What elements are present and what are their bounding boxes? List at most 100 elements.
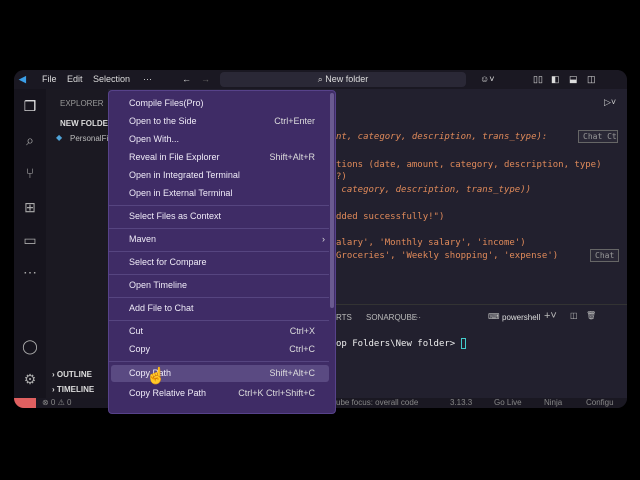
config-status[interactable]: Configu	[586, 398, 614, 407]
outline-section[interactable]: › OUTLINE	[52, 370, 92, 379]
menu-label: Open in Integrated Terminal	[129, 170, 240, 180]
run-icon[interactable]: ▷˅	[604, 97, 616, 108]
menu-edit[interactable]: Edit	[67, 74, 83, 84]
menu-selection[interactable]: Selection	[93, 74, 130, 84]
menu-item-copy-path[interactable]: Copy Path Shift+Alt+C	[111, 365, 329, 382]
menu-item-compile[interactable]: Compile Files(Pro)	[111, 95, 329, 112]
menu-item-open-timeline[interactable]: Open Timeline	[111, 277, 329, 294]
python-version[interactable]: 3.13.3	[450, 398, 472, 407]
menu-item-external-terminal[interactable]: Open in External Terminal	[111, 185, 329, 202]
menu-item-reveal[interactable]: Reveal in File Explorer Shift+Alt+R	[111, 149, 329, 166]
tab-sonarqube[interactable]: SONARQUBE	[366, 313, 417, 322]
back-icon[interactable]: ←	[182, 74, 191, 84]
menu-item-copy[interactable]: Copy Ctrl+C	[111, 341, 329, 358]
layout-icon[interactable]: ▯▯	[533, 74, 543, 85]
sonarqube-focus[interactable]: ube focus: overall code	[336, 398, 418, 407]
menu-separator	[109, 205, 329, 206]
remote-indicator[interactable]	[14, 398, 36, 408]
menu-label: Select for Compare	[129, 257, 207, 267]
vscode-logo-icon: ◀	[19, 74, 26, 84]
menu-scrollbar[interactable]	[330, 93, 334, 308]
terminal-shell-label[interactable]: powershell	[502, 313, 540, 322]
search-label: New folder	[325, 74, 369, 84]
menu-separator	[109, 274, 329, 275]
menu-item-select-compare[interactable]: Select for Compare	[111, 254, 329, 271]
menu-label: Open in External Terminal	[129, 188, 233, 198]
toggle-secondary-icon[interactable]: ◫	[587, 74, 596, 85]
copilot-icon[interactable]: ☺˅	[480, 74, 494, 84]
chat-hint[interactable]: Chat Ctrl+I	[578, 130, 618, 143]
menu-item-copy-relative-path[interactable]: Copy Relative Path Ctrl+K Ctrl+Shift+C	[111, 385, 329, 402]
menu-separator	[109, 228, 329, 229]
menu-shortcut: Ctrl+Enter	[274, 116, 315, 126]
account-icon[interactable]: ◯	[21, 337, 39, 355]
menu-separator	[109, 361, 329, 362]
menu-label: Open to the Side	[129, 116, 197, 126]
menu-item-integrated-terminal[interactable]: Open in Integrated Terminal	[111, 167, 329, 184]
split-terminal-icon[interactable]: ◫	[570, 311, 578, 320]
prompt-text: op Folders\New folder>	[336, 339, 461, 349]
new-terminal-icon[interactable]: +˅	[544, 310, 557, 322]
menu-item-cut[interactable]: Cut Ctrl+X	[111, 323, 329, 340]
mouse-cursor-hand-icon: ☝	[146, 368, 166, 385]
menu-label: Maven	[129, 234, 157, 244]
menu-more[interactable]: ···	[143, 74, 152, 84]
menu-label: Copy	[129, 344, 151, 354]
menu-label: Reveal in File Explorer	[129, 152, 220, 162]
tab-ports[interactable]: RTS	[336, 313, 352, 322]
extensions-icon[interactable]: ⊞	[21, 198, 39, 216]
menu-label: Add File to Chat	[129, 303, 194, 313]
kill-terminal-icon[interactable]: 🗑	[586, 311, 596, 320]
menu-item-open-side[interactable]: Open to the Side Ctrl+Enter	[111, 113, 329, 130]
toggle-panel-icon[interactable]: ⬓	[569, 74, 578, 85]
context-menu: Compile Files(Pro) Open to the Side Ctrl+…	[108, 90, 336, 414]
menu-shortcut: Ctrl+K Ctrl+Shift+C	[238, 388, 315, 398]
outline-label: OUTLINE	[56, 370, 92, 379]
menu-label: Compile Files(Pro)	[129, 98, 204, 108]
panel-more[interactable]: ···	[413, 313, 421, 322]
explorer-sidebar: EXPLORER NEW FOLDER ◆ PersonalFi › OUTLI…	[46, 89, 114, 398]
source-control-icon[interactable]: ⑂	[21, 164, 39, 182]
activity-bar: ❐ ⌕ ⑂ ⊞ ▭ ⋯ ◯ ⚙	[14, 89, 46, 398]
chevron-right-icon: ›	[322, 234, 325, 244]
remote-explorer-icon[interactable]: ▭	[21, 231, 39, 249]
code-line: tions (date, amount, category, descripti…	[336, 160, 602, 170]
menu-separator	[109, 251, 329, 252]
menu-item-maven[interactable]: Maven ›	[111, 231, 329, 248]
menu-file[interactable]: File	[42, 74, 57, 84]
python-file-icon: ◆	[56, 133, 63, 142]
more-icon[interactable]: ⋯	[21, 263, 39, 281]
terminal-cursor	[460, 338, 466, 349]
terminal-prompt[interactable]: op Folders\New folder>	[336, 338, 466, 349]
code-line: Groceries', 'Weekly shopping', 'expense'…	[336, 251, 559, 261]
menu-label: Copy Relative Path	[129, 388, 207, 398]
explorer-title: EXPLORER	[60, 99, 104, 108]
file-personalfi[interactable]: PersonalFi	[70, 134, 108, 143]
menu-item-add-to-chat[interactable]: Add File to Chat	[111, 300, 329, 317]
menu-label: Select Files as Context	[129, 211, 222, 221]
settings-gear-icon[interactable]: ⚙	[21, 370, 39, 388]
explorer-icon[interactable]: ❐	[21, 97, 39, 115]
folder-new-folder[interactable]: NEW FOLDER	[60, 119, 114, 128]
menu-shortcut: Shift+Alt+C	[269, 368, 315, 378]
menu-shortcut: Ctrl+X	[289, 326, 315, 336]
menu-shortcut: Ctrl+C	[289, 344, 315, 354]
menu-item-select-context[interactable]: Select Files as Context	[111, 208, 329, 225]
ninja-status[interactable]: Ninja	[544, 398, 562, 407]
menu-separator	[109, 320, 329, 321]
code-line: nt, category, description, trans_type):	[336, 132, 548, 142]
command-center-search[interactable]: ⌕ New folder	[220, 72, 466, 87]
forward-icon[interactable]: →	[201, 74, 210, 84]
code-line: category, description, trans_type))	[336, 185, 532, 195]
chat-hint-2[interactable]: Chat	[590, 249, 620, 262]
menu-item-open-with[interactable]: Open With...	[111, 131, 329, 148]
menu-label: Open With...	[129, 134, 180, 144]
go-live-button[interactable]: Go Live	[494, 398, 522, 407]
toggle-sidebar-icon[interactable]: ◧	[551, 74, 560, 85]
menu-label: Cut	[129, 326, 144, 336]
timeline-section[interactable]: › TIMELINE	[52, 385, 94, 394]
code-line: dded successfully!")	[336, 212, 445, 222]
search-icon[interactable]: ⌕	[21, 131, 39, 149]
code-line: ?)	[336, 172, 347, 182]
problems-indicator[interactable]: ⊗ 0 ⚠ 0	[42, 398, 71, 407]
